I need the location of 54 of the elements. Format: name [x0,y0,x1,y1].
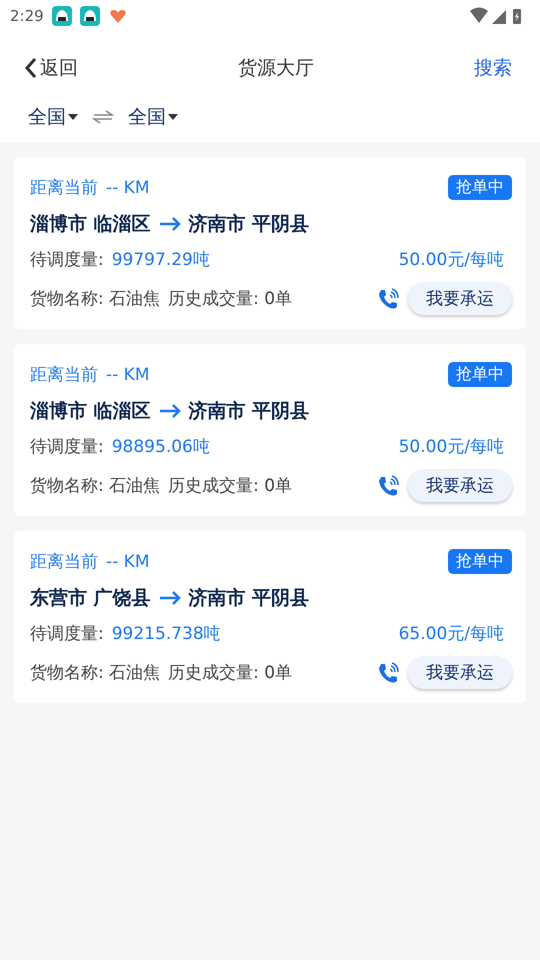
origin-text: 淄博市 临淄区 [30,212,151,237]
destination-text: 济南市 平阴县 [188,399,310,424]
status-time: 2:29 [10,7,44,25]
cargo-text: 货物名称: 石油焦 [30,662,160,684]
order-card[interactable]: 距离当前 -- KM 抢单中 东营市 广饶县 济南市 平阴县 待调度量: 99215.738吨 65.00元/每吨 货物名称: 石油焦 历史成交量: 0单 我要承运 [14,531,526,703]
destination-text: 济南市 平阴县 [188,212,310,237]
quantity-value: 98895.06吨 [112,436,210,458]
arrow-right-icon [158,404,181,418]
origin-text: 东营市 广饶县 [30,586,151,611]
cargo-text: 货物名称: 石油焦 [30,288,160,310]
order-card[interactable]: 距离当前 -- KM 抢单中 淄博市 临淄区 济南市 平阴县 待调度量: 99797.29吨 50.00元/每吨 货物名称: 石油焦 历史成交量: 0单 我要承运 [14,157,526,329]
price-text: 65.00元/每吨 [398,623,504,645]
take-order-button[interactable]: 我要承运 [408,656,512,689]
cargo-text: 货物名称: 石油焦 [30,475,160,497]
quantity-value: 99215.738吨 [112,623,221,645]
arrow-right-icon [158,591,181,605]
caret-icon [68,114,78,120]
page-title: 货源大厅 [237,56,315,81]
distance-label: 距离当前 [30,177,98,199]
take-order-button[interactable]: 我要承运 [408,282,512,315]
distance-value: -- KM [106,552,150,572]
phone-icon[interactable] [376,474,400,498]
arrow-right-icon [158,217,181,231]
status-badge: 抢单中 [448,549,512,574]
chevron-left-icon [24,57,38,79]
swap-icon[interactable] [92,109,114,125]
destination-text: 济南市 平阴县 [188,586,310,611]
back-button[interactable]: 返回 [24,55,78,81]
status-badge: 抢单中 [448,362,512,387]
origin-dropdown[interactable]: 全国 [28,104,78,130]
phone-icon[interactable] [376,660,400,684]
quantity-label: 待调度量: [30,623,104,645]
origin-text: 淄博市 临淄区 [30,399,151,424]
destination-dropdown[interactable]: 全国 [128,104,178,130]
history-text: 历史成交量: 0单 [168,288,292,310]
history-text: 历史成交量: 0单 [168,662,292,684]
price-text: 50.00元/每吨 [398,249,504,271]
history-text: 历史成交量: 0单 [168,475,292,497]
status-badge: 抢单中 [448,175,512,200]
order-card[interactable]: 距离当前 -- KM 抢单中 淄博市 临淄区 济南市 平阴县 待调度量: 98895.06吨 50.00元/每吨 货物名称: 石油焦 历史成交量: 0单 我要承运 [14,344,526,516]
price-text: 50.00元/每吨 [398,436,504,458]
search-button[interactable]: 搜索 [474,55,512,81]
caret-icon [168,114,178,120]
distance-value: -- KM [106,364,150,384]
distance-label: 距离当前 [30,551,98,573]
quantity-label: 待调度量: [30,436,104,458]
distance-label: 距离当前 [30,364,98,386]
app-notification-icon [80,6,100,26]
take-order-button[interactable]: 我要承运 [408,469,512,502]
distance-value: -- KM [106,178,150,198]
app-notification-icon [52,6,72,26]
quantity-label: 待调度量: [30,249,104,271]
quantity-value: 99797.29吨 [112,249,210,271]
phone-icon[interactable] [376,286,400,310]
